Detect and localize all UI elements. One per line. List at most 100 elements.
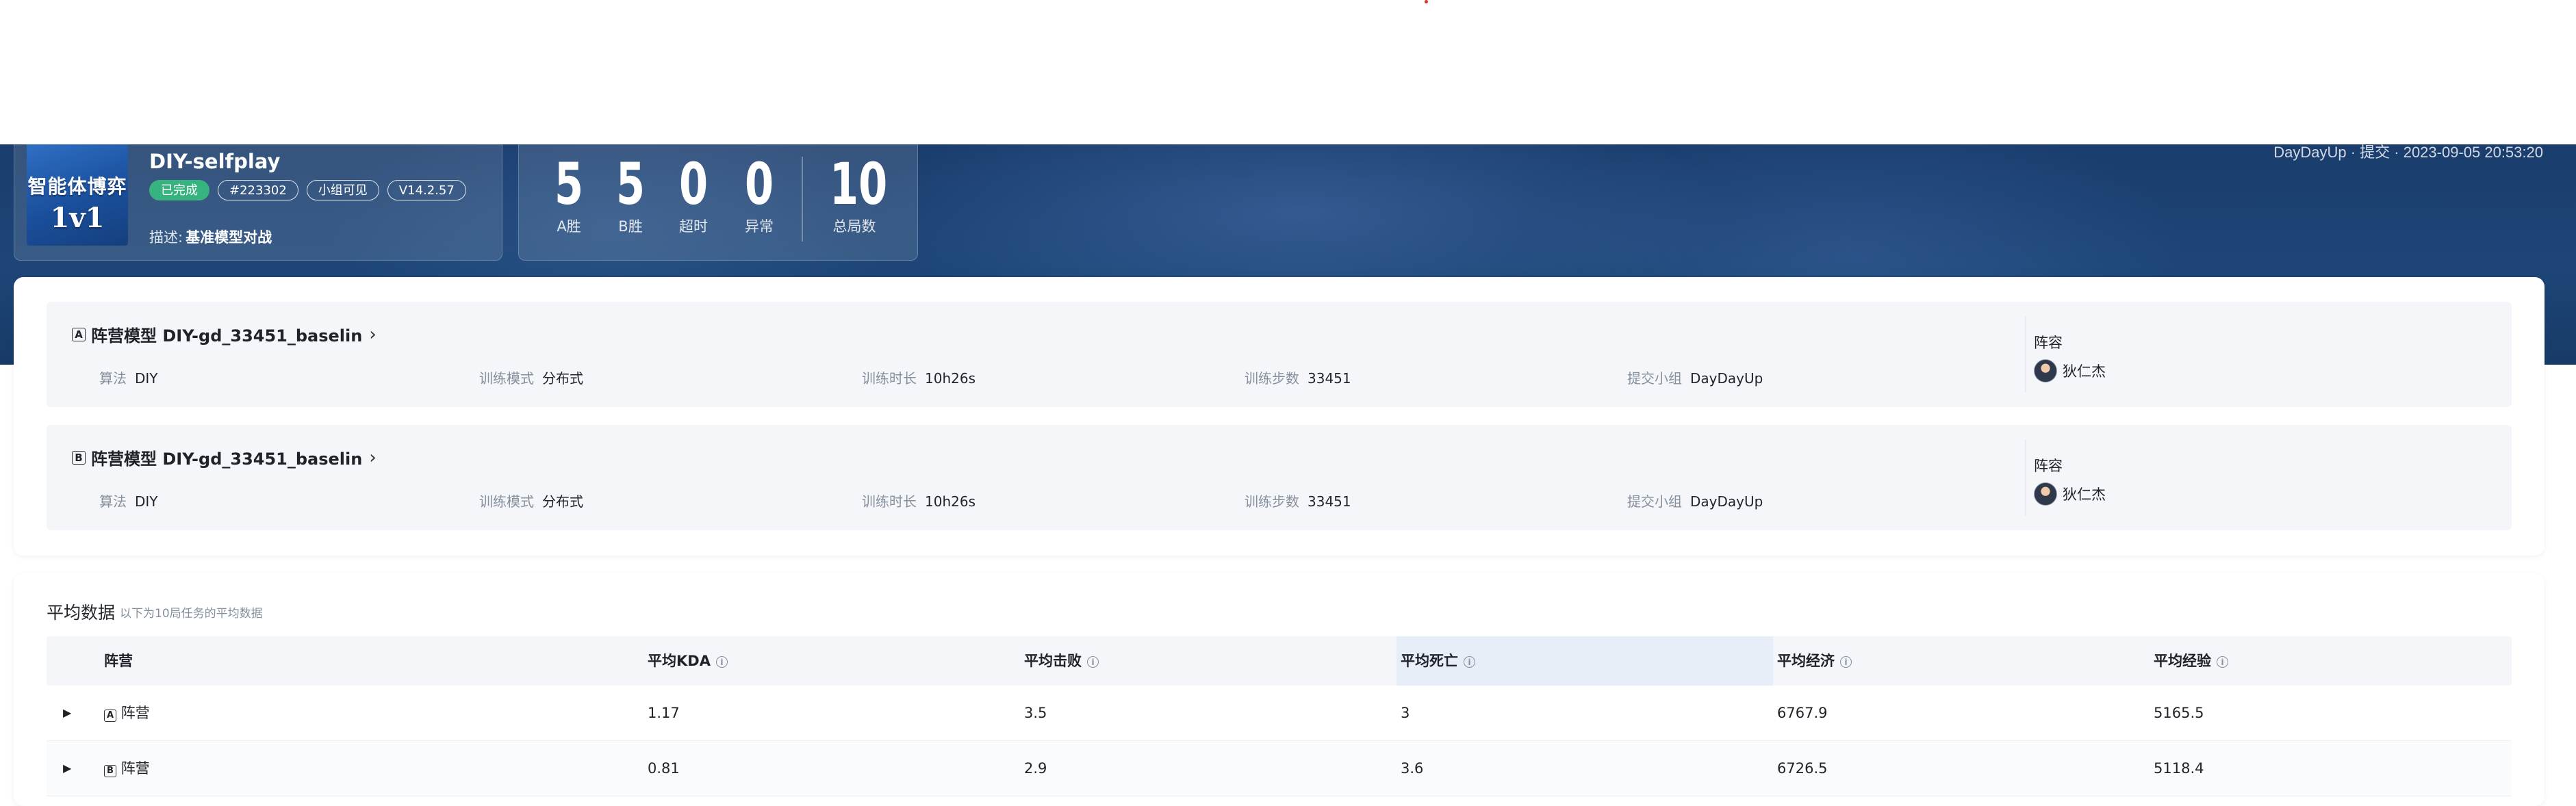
player-name: 狄仁杰 — [2063, 363, 2106, 380]
camp-name: 阵营 — [120, 760, 150, 777]
team-a-model-name: 阵营模型 DIY-gd_33451_baselin — [91, 326, 363, 346]
team-b-model-name: 阵营模型 DIY-gd_33451_baselin — [91, 450, 363, 469]
score-label: 总局数 — [832, 218, 876, 235]
algo-label: 算法 — [99, 493, 127, 510]
steps-label: 训练步数 — [1245, 493, 1299, 510]
avatar — [2034, 482, 2057, 506]
col-camp: 阵营 — [104, 653, 133, 669]
col-gold[interactable]: 平均经济 i — [1777, 636, 1852, 686]
score-a-wins: 5 A胜 — [545, 151, 593, 236]
lineup-label: 阵容 — [2034, 335, 2063, 351]
info-icon[interactable]: i — [1464, 655, 1475, 668]
lineup-label: 阵容 — [2034, 458, 2063, 474]
col-kills-label: 平均击败 — [1024, 653, 1082, 669]
steps-value: 33451 — [1308, 493, 1351, 510]
team-a-duration: 训练时长 10h26s — [862, 367, 975, 387]
col-kda[interactable]: 平均KDA i — [648, 636, 728, 686]
gold-cell: 6767.9 — [1777, 705, 1828, 721]
table-header: 阵营 平均KDA i 平均击败 i 平均死亡 i 平均经济 i 平均经验 i — [47, 636, 2512, 686]
deaths-cell: 3 — [1401, 705, 1410, 721]
mode-value: 分布式 — [542, 370, 583, 387]
camp-cell: B 阵营 — [104, 741, 150, 796]
team-b-badge: B — [72, 450, 86, 465]
group-value: DayDayUp — [1690, 493, 1763, 510]
score-error: 0 异常 — [735, 151, 783, 236]
lineup-player[interactable]: 狄仁杰 — [2034, 482, 2106, 506]
info-icon[interactable]: i — [1840, 655, 1852, 668]
lineup-divider — [2025, 440, 2026, 515]
camp-badge: A — [104, 710, 116, 722]
lineup-divider — [2025, 317, 2026, 392]
team-a-card: A 阵营模型 DIY-gd_33451_baselin › 算法 DIY 训练模式… — [47, 302, 2512, 407]
col-exp[interactable]: 平均经验 i — [2154, 636, 2228, 686]
camp-cell: A 阵营 — [104, 686, 150, 740]
info-icon[interactable]: i — [715, 655, 728, 668]
algo-value: DIY — [135, 370, 158, 387]
chevron-right-icon: › — [369, 447, 377, 468]
duration-value: 10h26s — [925, 370, 975, 387]
team-a-badge: A — [72, 327, 86, 341]
avatar — [2034, 359, 2057, 382]
score-value: 10 — [830, 151, 888, 218]
visibility-tag: 小组可见 — [306, 180, 379, 200]
kills-cell: 3.5 — [1024, 705, 1047, 721]
score-value: 0 — [678, 151, 709, 218]
description-value: 基准模型对战 — [186, 229, 272, 246]
table-row[interactable]: ▶ B 阵营 0.81 2.9 3.6 6726.5 5118.4 — [47, 741, 2512, 796]
mode-label: 训练模式 — [479, 493, 534, 510]
score-b-wins: 5 B胜 — [607, 151, 654, 236]
kda-cell: 0.81 — [648, 760, 680, 777]
score-label: B胜 — [618, 218, 643, 235]
team-b-model-link[interactable]: B 阵营模型 DIY-gd_33451_baselin › — [72, 445, 377, 469]
cover-title: 智能体博弈 — [27, 175, 127, 198]
camp-badge: B — [104, 765, 116, 777]
score-value: 5 — [615, 151, 646, 218]
match-info-card: 智能体博弈 1v1 DIY-selfplay 已完成 #223302 小组可见 … — [14, 144, 502, 261]
group-label: 提交小组 — [1627, 493, 1682, 510]
submitter-info: DayDayUp · 提交 · 2023-09-05 20:53:20 — [2273, 144, 2543, 161]
score-value: 5 — [554, 151, 584, 218]
section-subtitle: 以下为10局任务的平均数据 — [120, 607, 263, 621]
team-b-steps: 训练步数 33451 — [1245, 491, 1351, 510]
expand-caret-icon[interactable]: ▶ — [63, 741, 71, 796]
score-divider — [802, 157, 803, 242]
mode-label: 训练模式 — [479, 370, 534, 387]
kda-cell: 1.17 — [648, 705, 680, 721]
group-value: DayDayUp — [1690, 370, 1763, 387]
camp-name: 阵营 — [120, 705, 150, 721]
col-deaths[interactable]: 平均死亡 i — [1401, 636, 1475, 686]
table-row[interactable]: ▶ A 阵营 1.17 3.5 3 6767.9 5165.5 — [47, 686, 2512, 741]
section-title: 平均数据 — [47, 603, 116, 623]
score-total: 10 总局数 — [820, 151, 889, 236]
col-kills[interactable]: 平均击败 i — [1024, 636, 1099, 686]
team-a-group: 提交小组 DayDayUp — [1627, 367, 1763, 387]
info-icon[interactable]: i — [2217, 655, 2228, 668]
team-b-duration: 训练时长 10h26s — [862, 491, 975, 510]
match-id-tag: #223302 — [218, 180, 298, 200]
cover-mode: 1v1 — [50, 202, 105, 234]
lineup-player[interactable]: 狄仁杰 — [2034, 359, 2106, 382]
team-a-algo: 算法 DIY — [99, 367, 158, 387]
team-b-card: B 阵营模型 DIY-gd_33451_baselin › 算法 DIY 训练模式… — [47, 425, 2512, 530]
match-description: 描述: 基准模型对战 — [149, 226, 272, 247]
score-label: A胜 — [557, 218, 581, 235]
deaths-cell: 3.6 — [1401, 760, 1424, 777]
exp-cell: 5118.4 — [2154, 760, 2204, 777]
description-label: 描述: — [149, 229, 183, 246]
col-exp-label: 平均经验 — [2154, 653, 2211, 669]
score-label: 超时 — [679, 218, 708, 235]
group-label: 提交小组 — [1627, 370, 1682, 387]
steps-label: 训练步数 — [1245, 370, 1299, 387]
algo-value: DIY — [135, 493, 158, 510]
exp-cell: 5165.5 — [2154, 705, 2204, 721]
teams-panel: A 阵营模型 DIY-gd_33451_baselin › 算法 DIY 训练模式… — [14, 277, 2545, 556]
status-badge: 已完成 — [149, 180, 209, 200]
mode-value: 分布式 — [542, 493, 583, 510]
duration-value: 10h26s — [925, 493, 975, 510]
score-summary-card: 5 A胜 5 B胜 0 超时 0 异常 10 总局数 — [518, 144, 918, 261]
expand-caret-icon[interactable]: ▶ — [63, 686, 71, 740]
average-data-table: 阵营 平均KDA i 平均击败 i 平均死亡 i 平均经济 i 平均经验 i ▶ A 阵营… — [47, 636, 2512, 796]
team-a-model-link[interactable]: A 阵营模型 DIY-gd_33451_baselin › — [72, 322, 377, 346]
indicator-dot — [1425, 0, 1428, 3]
info-icon[interactable]: i — [1087, 655, 1099, 668]
